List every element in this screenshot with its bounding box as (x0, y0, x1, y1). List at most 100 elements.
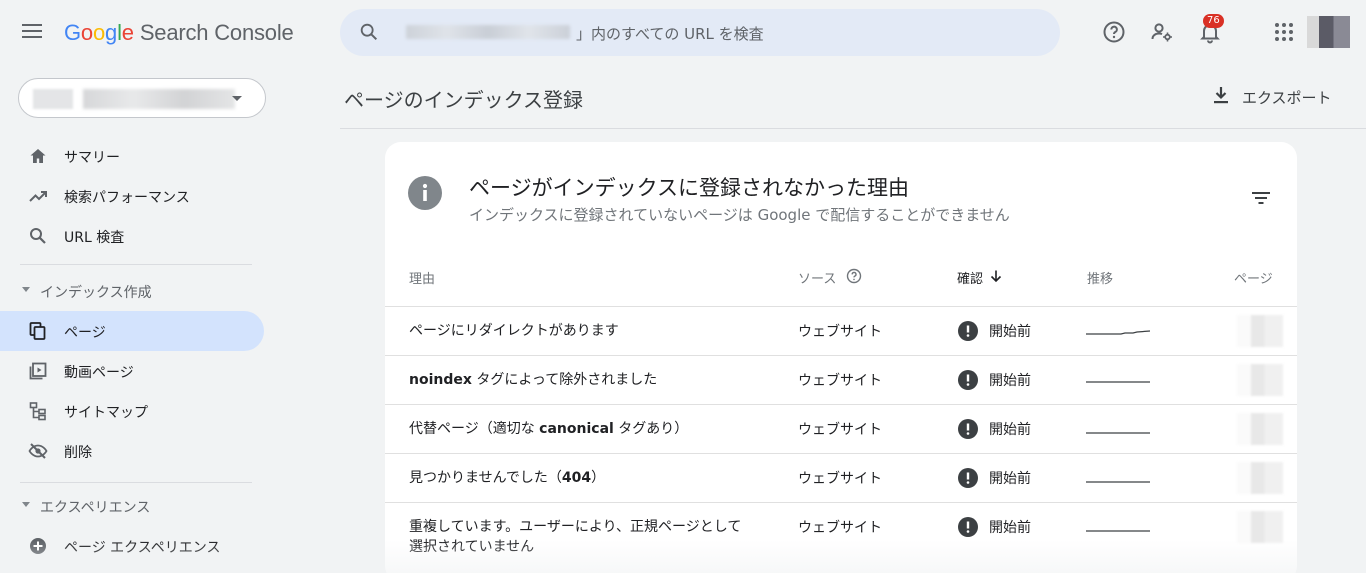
source-cell: ウェブサイト (798, 373, 882, 389)
reason-cell: 代替ページ（適切な canonical タグあり） (409, 419, 769, 439)
reason-cell: 見つかりませんでした（404） (409, 468, 769, 488)
column-header-reason[interactable]: 理由 (409, 268, 435, 287)
export-label: エクスポート (1242, 89, 1332, 107)
main-menu-button[interactable] (22, 20, 50, 44)
card-subtitle: インデックスに登録されていないページは Google で配信することができません (469, 206, 1010, 224)
sidebar-item-summary[interactable]: サマリー (0, 136, 264, 176)
collapse-caret-icon (22, 287, 30, 292)
sidebar-section-experience[interactable]: エクスペリエンス (0, 491, 264, 521)
redacted-property-label (83, 89, 235, 109)
sidebar-item-pages[interactable]: ページ (0, 311, 264, 351)
product-name: Search Console (139, 20, 294, 45)
page-title: ページのインデックス登録 (344, 88, 583, 112)
sidebar-section-label: エクスペリエンス (40, 500, 151, 516)
sitemap-icon (29, 402, 46, 421)
sidebar-item-url-inspection[interactable]: URL 検査 (0, 216, 264, 256)
sidebar-item-label: ページ (64, 325, 106, 341)
account-avatar[interactable] (1307, 16, 1350, 48)
exclamation-circle-icon (958, 517, 978, 537)
property-selector[interactable] (18, 78, 266, 118)
validation-status-cell: 開始前 (989, 324, 1031, 340)
column-header-pages[interactable]: ページ (1234, 268, 1273, 287)
redacted-page-count (1237, 413, 1283, 445)
page-experience-icon (30, 538, 46, 554)
trend-sparkline (1086, 330, 1151, 335)
header-divider (340, 128, 1366, 129)
download-icon (1214, 87, 1228, 104)
trend-sparkline (1086, 381, 1150, 383)
reason-text: タグによって除外されました (471, 372, 658, 388)
video-page-icon (29, 362, 47, 380)
trend-sparkline (1086, 481, 1150, 483)
column-header-source-label: ソース (798, 272, 837, 287)
reason-cell: noindex タグによって除外されました (409, 370, 769, 390)
not-indexed-reasons-card: ページがインデックスに登録されなかった理由 インデックスに登録されていないページ… (385, 142, 1297, 573)
exclamation-circle-icon (958, 468, 978, 488)
reason-keyword: 404 (561, 470, 592, 486)
source-cell: ウェブサイト (798, 520, 882, 536)
sidebar-item-performance[interactable]: 検索パフォーマンス (0, 176, 264, 216)
help-icon[interactable] (1102, 20, 1126, 44)
user-settings-icon[interactable] (1150, 20, 1174, 44)
sidebar-divider (20, 264, 252, 265)
table-row[interactable]: 代替ページ（適切な canonical タグあり） ウェブサイト 開始前 (385, 404, 1297, 453)
table-row[interactable]: ページにリダイレクトがあります ウェブサイト 開始前 (385, 306, 1297, 355)
trending-up-icon (29, 191, 47, 202)
reason-text: 見つかりませんでした（ (409, 470, 562, 486)
sidebar-divider (20, 482, 252, 483)
table-row[interactable]: 重複しています。ユーザーにより、正規ページとして 選択されていません ウェブサイト… (385, 502, 1297, 570)
table-row[interactable]: 見つかりませんでした（404） ウェブサイト 開始前 (385, 453, 1297, 502)
reason-text: 代替ページ（適切な (409, 421, 540, 437)
sidebar-item-sitemaps[interactable]: サイトマップ (0, 391, 264, 431)
sidebar-item-label: 検索パフォーマンス (64, 190, 190, 206)
sidebar-item-video-pages[interactable]: 動画ページ (0, 351, 264, 391)
sidebar-section-indexing[interactable]: インデックス作成 (0, 276, 264, 306)
exclamation-circle-icon (958, 419, 978, 439)
validation-status-cell: 開始前 (989, 520, 1031, 536)
url-inspect-search-bar[interactable]: 」内のすべての URL を検査 (340, 9, 1060, 56)
redacted-page-count (1237, 511, 1283, 543)
sidebar-item-page-experience[interactable]: ページ エクスペリエンス (0, 526, 264, 566)
redacted-property-name (406, 25, 570, 39)
chevron-down-icon (232, 96, 242, 101)
card-title: ページがインデックスに登録されなかった理由 (469, 176, 909, 200)
notification-count-badge: 76 (1203, 14, 1224, 28)
apps-grid-icon[interactable] (1272, 20, 1296, 44)
column-header-validation[interactable]: 確認 (957, 268, 1002, 287)
pages-icon (29, 322, 46, 340)
reason-cell: 重複しています。ユーザーにより、正規ページとして 選択されていません (409, 517, 769, 557)
search-icon (360, 23, 378, 41)
sidebar-item-label: サイトマップ (64, 405, 148, 421)
sidebar-item-removals[interactable]: 削除 (0, 431, 264, 471)
reason-cell: ページにリダイレクトがあります (409, 323, 619, 339)
redacted-page-count (1237, 462, 1283, 494)
filter-list-icon[interactable] (1249, 186, 1273, 210)
search-icon (30, 228, 46, 244)
sidebar-item-label: 削除 (64, 445, 92, 461)
source-cell: ウェブサイト (798, 422, 882, 438)
sidebar-item-label: ページ エクスペリエンス (64, 540, 221, 556)
visibility-off-icon (28, 443, 48, 459)
reason-text-line: 選択されていません (409, 539, 535, 555)
column-header-trend: 推移 (1087, 272, 1114, 287)
home-icon (30, 149, 46, 163)
sidebar-section-label: インデックス作成 (40, 285, 152, 301)
source-cell: ウェブサイト (798, 471, 882, 487)
exclamation-circle-icon (958, 321, 978, 341)
column-header-source[interactable]: ソース (798, 268, 862, 287)
trend-sparkline (1086, 432, 1150, 434)
product-logo[interactable]: Google Search Console (64, 20, 294, 46)
reason-text-line: 重複しています。ユーザーにより、正規ページとして (409, 519, 742, 535)
info-icon (408, 176, 442, 210)
redacted-page-count (1237, 364, 1283, 396)
search-placeholder: 」内のすべての URL を検査 (576, 25, 764, 43)
reason-keyword: canonical (539, 421, 614, 437)
sidebar-item-label: 動画ページ (64, 365, 134, 381)
reason-text: タグあり） (613, 421, 689, 437)
column-header-validation-label: 確認 (957, 272, 984, 287)
exclamation-circle-icon (958, 370, 978, 390)
help-icon[interactable] (846, 268, 862, 284)
table-row[interactable]: noindex タグによって除外されました ウェブサイト 開始前 (385, 355, 1297, 404)
collapse-caret-icon (22, 502, 30, 507)
arrow-down-sort-icon (990, 270, 1002, 283)
